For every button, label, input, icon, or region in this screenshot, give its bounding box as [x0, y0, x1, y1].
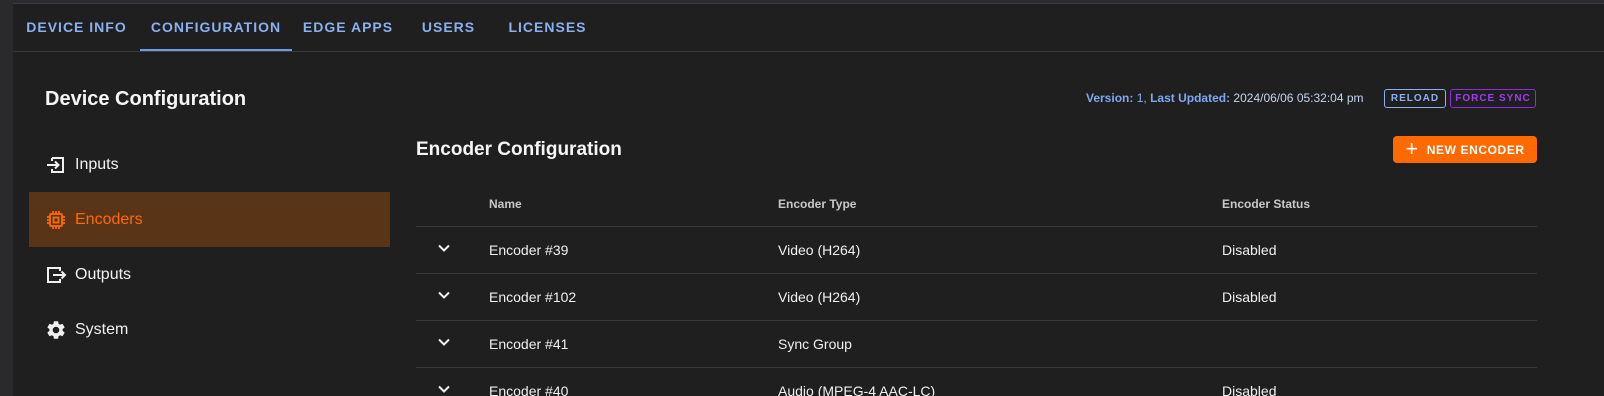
- encoder-type: Video (H264): [778, 289, 861, 305]
- encoder-type: Sync Group: [778, 336, 852, 352]
- plus-icon: +: [1405, 135, 1419, 161]
- sidebar-item-inputs[interactable]: Inputs: [29, 137, 390, 192]
- chevron-down-icon[interactable]: [436, 240, 452, 256]
- new-encoder-button[interactable]: + NEW ENCODER: [1393, 136, 1537, 163]
- encoder-name: Encoder #39: [489, 242, 569, 258]
- chip-icon: [45, 209, 67, 231]
- last-updated-label: Last Updated:: [1150, 91, 1231, 105]
- sidebar-item-system[interactable]: System: [29, 302, 390, 357]
- tab-bar: DEVICE INFO CONFIGURATION EDGE APPS USER…: [13, 4, 1604, 52]
- sidebar-item-label: System: [75, 320, 129, 338]
- version-label: Version:: [1086, 91, 1134, 105]
- tab-licenses[interactable]: LICENSES: [493, 4, 602, 51]
- encoder-type: Video (H264): [778, 242, 861, 258]
- tab-edge-apps[interactable]: EDGE APPS: [292, 4, 404, 51]
- encoder-status: Disabled: [1222, 383, 1277, 396]
- section-title: Encoder Configuration: [416, 139, 622, 160]
- table-header: Name Encoder Type Encoder Status: [416, 181, 1537, 227]
- column-header-type[interactable]: Encoder Type: [778, 197, 856, 211]
- tab-users[interactable]: USERS: [404, 4, 493, 51]
- version-value: 1,: [1136, 91, 1147, 105]
- tab-configuration[interactable]: CONFIGURATION: [140, 4, 292, 51]
- output-icon: [45, 264, 67, 286]
- version-info: Version: 1, Last Updated: 2024/06/06 05:…: [1086, 91, 1364, 105]
- last-updated-value: 2024/06/06 05:32:04 pm: [1233, 91, 1364, 105]
- encoder-table: Name Encoder Type Encoder Status Encoder…: [416, 181, 1537, 396]
- input-icon: [45, 154, 67, 176]
- sidebar-item-label: Outputs: [75, 265, 132, 283]
- encoder-name: Encoder #102: [489, 289, 577, 305]
- sidebar-item-label: Inputs: [75, 155, 119, 173]
- sidebar-title: Device Configuration: [45, 88, 247, 110]
- table-row[interactable]: Encoder #102 Video (H264) Disabled: [416, 274, 1537, 321]
- encoder-name: Encoder #41: [489, 336, 569, 352]
- encoder-name: Encoder #40: [489, 383, 569, 396]
- table-row[interactable]: Encoder #39 Video (H264) Disabled: [416, 227, 1537, 274]
- encoder-status: Disabled: [1222, 242, 1277, 258]
- chevron-down-icon[interactable]: [436, 381, 452, 396]
- reload-button[interactable]: RELOAD: [1384, 89, 1446, 108]
- encoder-status: Disabled: [1222, 289, 1277, 305]
- gear-icon: [45, 319, 67, 341]
- sidebar-item-encoders[interactable]: Encoders: [29, 192, 390, 247]
- table-row[interactable]: Encoder #41 Sync Group: [416, 321, 1537, 368]
- tab-device-info[interactable]: DEVICE INFO: [13, 4, 140, 51]
- encoder-type: Audio (MPEG-4 AAC-LC): [778, 383, 936, 396]
- column-header-name[interactable]: Name: [489, 197, 522, 211]
- force-sync-button[interactable]: FORCE SYNC: [1450, 89, 1536, 108]
- new-encoder-label: NEW ENCODER: [1426, 142, 1525, 157]
- sidebar-item-label: Encoders: [75, 210, 143, 228]
- sidebar-item-outputs[interactable]: Outputs: [29, 247, 390, 302]
- chevron-down-icon[interactable]: [436, 334, 452, 350]
- column-header-status[interactable]: Encoder Status: [1222, 197, 1310, 211]
- app-window: DEVICE INFO CONFIGURATION EDGE APPS USER…: [13, 0, 1604, 396]
- active-tab-indicator: [140, 49, 292, 51]
- chevron-down-icon[interactable]: [436, 287, 452, 303]
- table-row[interactable]: Encoder #40 Audio (MPEG-4 AAC-LC) Disabl…: [416, 368, 1537, 396]
